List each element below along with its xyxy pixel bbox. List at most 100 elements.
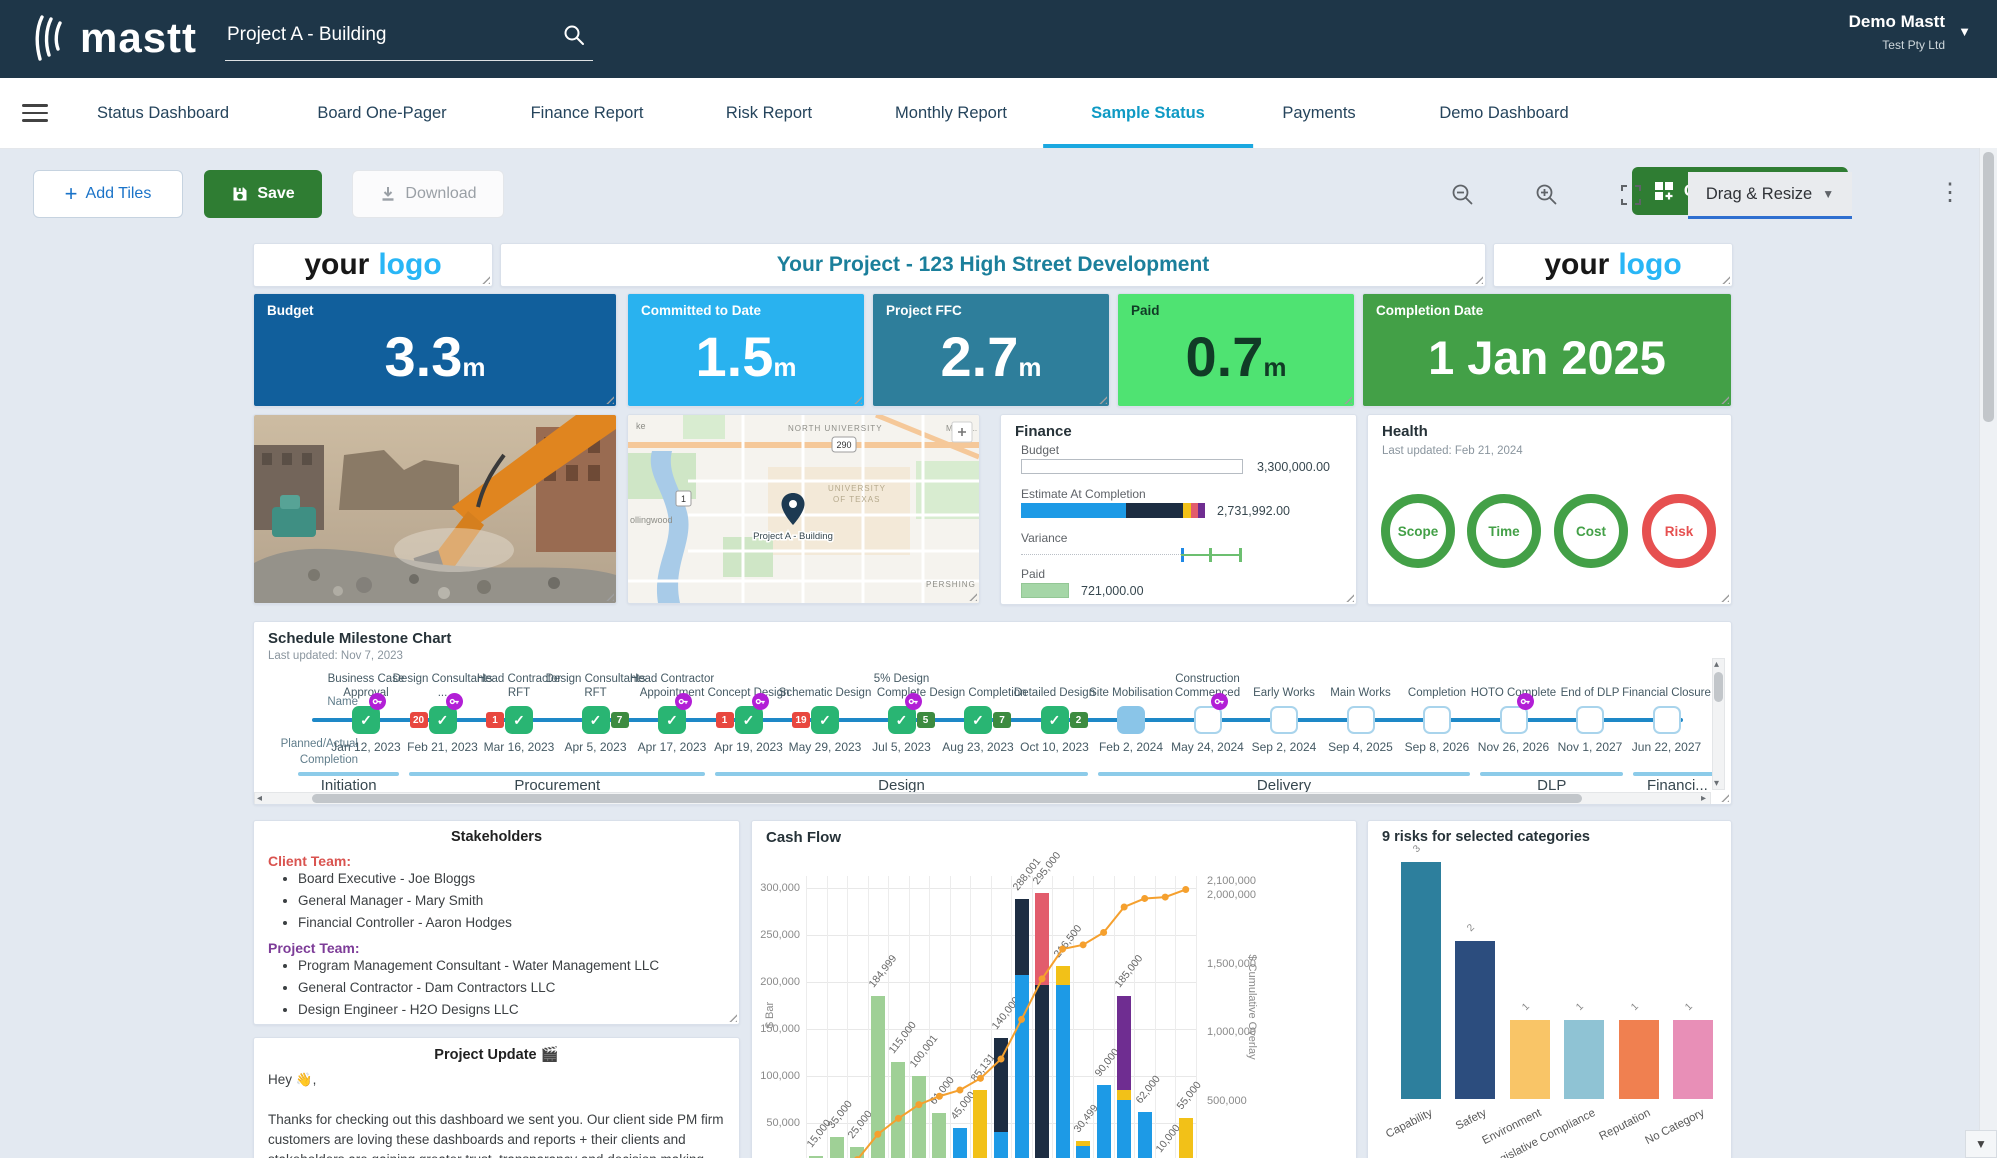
stakeholder-item: Financial Controller - Aaron Hodges xyxy=(298,915,739,930)
scroll-right-icon[interactable]: ▸ xyxy=(1701,793,1706,805)
kpi-value: 1 Jan 2025 xyxy=(1428,331,1666,384)
milestone-marker-done[interactable]: ✓ xyxy=(888,706,916,734)
fullscreen-icon[interactable] xyxy=(1618,182,1644,208)
stakeholder-item: Design Engineer - H2O Designs LLC xyxy=(298,1002,739,1017)
project-update-body: Thanks for checking out this dashboard w… xyxy=(268,1110,726,1158)
milestone-marker-done[interactable]: ✓ xyxy=(735,706,763,734)
cash-flow-tile[interactable]: Cash Flow 300,000250,000200,000150,00010… xyxy=(751,820,1357,1158)
logo-tile-left[interactable]: your logo xyxy=(253,243,493,287)
user-menu-caret-icon[interactable]: ▼ xyxy=(1958,24,1971,39)
milestone-early-badge: 7 xyxy=(611,712,629,728)
menu-icon[interactable] xyxy=(22,104,48,122)
global-search-input[interactable]: Project A - Building xyxy=(225,16,593,61)
project-map-tile[interactable]: 290 1 ke NORTH UNIVERSITY MUELL.. UNIVER… xyxy=(627,414,980,604)
tab-demo-dashboard[interactable]: Demo Dashboard xyxy=(1433,78,1574,148)
page-scrollbar[interactable] xyxy=(1979,148,1997,1158)
zoom-out-icon[interactable] xyxy=(1450,182,1476,208)
svg-text:NORTH UNIVERSITY: NORTH UNIVERSITY xyxy=(788,424,883,433)
finance-budget-bar xyxy=(1021,459,1243,474)
phase-band xyxy=(1098,772,1471,776)
milestone-key-icon xyxy=(369,693,386,710)
kpi-paid[interactable]: Paid 0.7m xyxy=(1117,293,1355,407)
milestone-key-icon xyxy=(905,693,922,710)
svg-text:1: 1 xyxy=(681,494,686,504)
finance-variance-tick xyxy=(1209,548,1212,562)
health-tile[interactable]: Health Last updated: Feb 21, 2024 ScopeT… xyxy=(1367,414,1732,605)
mastt-logo[interactable]: mastt xyxy=(34,14,197,62)
user-name: Demo Mastt xyxy=(1849,12,1945,32)
kpi-value: 1.5 xyxy=(696,325,774,388)
stakeholder-list: Board Executive - Joe BloggsGeneral Mana… xyxy=(254,871,739,930)
cumulative-line xyxy=(806,876,1196,1158)
add-tiles-button[interactable]: + Add Tiles xyxy=(33,170,183,218)
tab-finance-report[interactable]: Finance Report xyxy=(525,78,650,148)
plus-icon: + xyxy=(65,184,78,204)
milestone-marker-done[interactable]: ✓ xyxy=(352,706,380,734)
project-photo-tile[interactable] xyxy=(253,414,617,604)
milestone-marker-planned[interactable] xyxy=(1423,706,1451,734)
kpi-budget[interactable]: Budget 3.3m xyxy=(253,293,617,407)
y-axis-tick-right: 2,000,000 xyxy=(1207,889,1256,901)
milestone-marker-planned[interactable] xyxy=(1576,706,1604,734)
y-axis-tick-left: 200,000 xyxy=(754,976,800,988)
y-axis-label-left: $ Bar xyxy=(764,985,776,1045)
finance-variance-dotted-line xyxy=(1021,554,1181,555)
drag-resize-mode-select[interactable]: Drag & Resize ▼ xyxy=(1688,172,1852,219)
risk-bar-value: 1 xyxy=(1629,1001,1641,1013)
milestone-marker-done[interactable]: ✓ xyxy=(429,706,457,734)
add-tiles-label: Add Tiles xyxy=(86,185,152,203)
scroll-left-icon[interactable]: ◂ xyxy=(257,793,262,805)
milestone-v-scroll-thumb[interactable] xyxy=(1714,672,1723,702)
milestone-marker-done[interactable]: ✓ xyxy=(811,706,839,734)
milestone-h-scroll-thumb[interactable] xyxy=(312,794,1582,803)
tab-sample-status[interactable]: Sample Status xyxy=(1085,78,1211,148)
risk-bar-value: 1 xyxy=(1683,1001,1695,1013)
risk-bar-reputation xyxy=(1619,1020,1659,1099)
project-title-tile[interactable]: Your Project - 123 High Street Developme… xyxy=(500,243,1486,287)
tab-payments[interactable]: Payments xyxy=(1276,78,1361,148)
tab-monthly-report[interactable]: Monthly Report xyxy=(889,78,1013,148)
milestone-marker-done[interactable]: ✓ xyxy=(964,706,992,734)
project-update-tile[interactable]: Project Update 🎬 Hey 👋, Thanks for check… xyxy=(253,1037,740,1158)
phase-band xyxy=(409,772,705,776)
save-button[interactable]: Save xyxy=(204,170,322,218)
milestone-date: Jun 22, 2027 xyxy=(1613,740,1721,754)
finance-tile[interactable]: Finance Budget 3,300,000.00 Estimate At … xyxy=(1000,414,1357,605)
user-menu[interactable]: Demo Mastt Test Pty Ltd xyxy=(1849,12,1945,52)
risk-bar-environment xyxy=(1510,1020,1550,1099)
kpi-project-ffc[interactable]: Project FFC 2.7m xyxy=(872,293,1110,407)
zoom-in-icon[interactable] xyxy=(1534,182,1560,208)
finance-eac-segment xyxy=(1183,503,1191,518)
risk-bar-value: 3 xyxy=(1411,843,1423,855)
tab-board-one-pager[interactable]: Board One-Pager xyxy=(311,78,452,148)
milestone-marker-planned[interactable] xyxy=(1347,706,1375,734)
milestone-marker-planned[interactable] xyxy=(1500,706,1528,734)
milestone-marker-done[interactable]: ✓ xyxy=(658,706,686,734)
tab-status-dashboard[interactable]: Status Dashboard xyxy=(91,78,235,148)
risks-tile[interactable]: 9 risks for selected categories 3Capabil… xyxy=(1367,820,1732,1158)
milestone-marker-planned[interactable] xyxy=(1653,706,1681,734)
kpi-completion-date[interactable]: Completion Date 1 Jan 2025 xyxy=(1362,293,1732,407)
search-icon[interactable] xyxy=(561,22,587,48)
milestone-marker-done[interactable]: ✓ xyxy=(582,706,610,734)
more-options-icon[interactable]: ⋮ xyxy=(1938,178,1958,207)
page-scrollbar-thumb[interactable] xyxy=(1983,152,1994,422)
milestone-marker-done[interactable]: ✓ xyxy=(1041,706,1069,734)
tab-risk-report[interactable]: Risk Report xyxy=(720,78,818,148)
scroll-up-icon[interactable]: ▴ xyxy=(1714,659,1719,671)
page-scroll-down-button[interactable]: ▼ xyxy=(1965,1130,1997,1158)
kpi-committed[interactable]: Committed to Date 1.5m xyxy=(627,293,865,407)
scroll-down-icon[interactable]: ▾ xyxy=(1714,778,1719,790)
milestone-marker-planned[interactable] xyxy=(1194,706,1222,734)
stakeholders-tile[interactable]: Stakeholders Client Team:Board Executive… xyxy=(253,820,740,1025)
milestone-marker-done[interactable]: ✓ xyxy=(505,706,533,734)
milestone-marker-current[interactable] xyxy=(1117,706,1145,734)
download-button[interactable]: Download xyxy=(352,170,504,218)
project-update-title: Project Update 🎬 xyxy=(254,1046,739,1063)
risks-chart: 3Capability2Safety1Environment1Legislati… xyxy=(1368,821,1731,1158)
svg-text:PERSHING: PERSHING xyxy=(926,580,976,589)
milestone-marker-planned[interactable] xyxy=(1270,706,1298,734)
schedule-milestone-tile[interactable]: Schedule Milestone Chart Last updated: N… xyxy=(253,621,1732,805)
logo-tile-right[interactable]: your logo xyxy=(1493,243,1733,287)
finance-budget-value: 3,300,000.00 xyxy=(1257,460,1330,474)
